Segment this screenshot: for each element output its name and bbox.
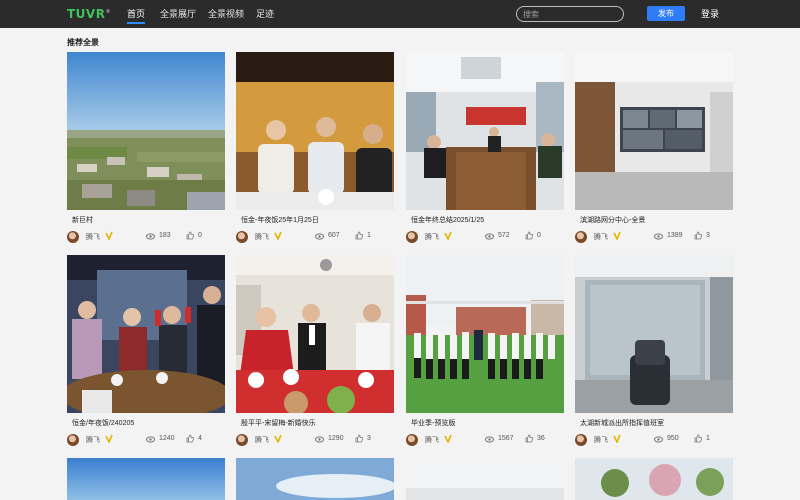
avatar[interactable] [67, 434, 79, 446]
eye-icon [315, 233, 324, 240]
card-meta: 腾飞 1240 4 [67, 433, 225, 447]
panorama-thumbnail[interactable] [406, 458, 564, 500]
vip-badge-icon [613, 434, 621, 443]
card-meta: 腾飞 572 0 [406, 230, 564, 244]
author-name[interactable]: 腾飞 [425, 232, 439, 242]
vip-badge-icon [274, 231, 282, 240]
panorama-thumbnail[interactable] [236, 255, 394, 413]
view-count: 607 [328, 232, 340, 239]
search-box[interactable] [516, 6, 624, 22]
thumbs-up-icon[interactable] [355, 434, 363, 443]
publish-button[interactable]: 发布 [647, 6, 685, 21]
avatar[interactable] [67, 231, 79, 243]
vip-badge-icon [105, 231, 113, 240]
panorama-thumbnail[interactable] [236, 52, 394, 210]
thumbs-up-icon[interactable] [525, 231, 533, 240]
author-name[interactable]: 腾飞 [425, 435, 439, 445]
like-count: 3 [367, 435, 371, 442]
author-name[interactable]: 腾飞 [86, 435, 100, 445]
avatar[interactable] [406, 231, 418, 243]
avatar[interactable] [236, 434, 248, 446]
like-count: 36 [537, 435, 545, 442]
like-count: 4 [198, 435, 202, 442]
section-title: 推荐全景 [67, 38, 99, 47]
view-count: 1389 [667, 232, 683, 239]
like-count: 0 [537, 232, 541, 239]
top-navigation-bar: TUVR® 首页 全景展厅 全景视频 足迹 发布 登录 [0, 0, 800, 28]
card-meta: 腾飞 183 0 [67, 230, 225, 244]
tuvr-logo[interactable]: TUVR® [67, 7, 111, 21]
view-count: 1290 [328, 435, 344, 442]
like-count: 1 [706, 435, 710, 442]
eye-icon [654, 436, 663, 443]
avatar[interactable] [575, 231, 587, 243]
card-meta: 腾飞 950 1 [575, 433, 733, 447]
eye-icon [315, 436, 324, 443]
search-input[interactable] [523, 7, 619, 21]
like-count: 1 [367, 232, 371, 239]
vip-badge-icon [444, 231, 452, 240]
panorama-thumbnail[interactable] [67, 255, 225, 413]
like-count: 3 [706, 232, 710, 239]
author-name[interactable]: 腾飞 [594, 232, 608, 242]
panorama-thumbnail[interactable] [67, 52, 225, 210]
card-title[interactable]: 恒金/年夜饭/240205 [72, 418, 134, 428]
vip-badge-icon [105, 434, 113, 443]
panorama-thumbnail[interactable] [575, 255, 733, 413]
author-name[interactable]: 腾飞 [594, 435, 608, 445]
eye-icon [654, 233, 663, 240]
avatar[interactable] [406, 434, 418, 446]
nav-home[interactable]: 首页 [127, 0, 146, 28]
panorama-thumbnail[interactable] [575, 52, 733, 210]
nav-panorama-hall[interactable]: 全景展厅 [160, 0, 196, 28]
thumbs-up-icon[interactable] [186, 231, 194, 240]
card-title[interactable]: 新巨村 [72, 215, 93, 225]
nav-footprints[interactable]: 足迹 [256, 0, 274, 28]
author-name[interactable]: 腾飞 [255, 232, 269, 242]
avatar[interactable] [575, 434, 587, 446]
vip-badge-icon [274, 434, 282, 443]
vip-badge-icon [613, 231, 621, 240]
thumbs-up-icon[interactable] [694, 231, 702, 240]
card-title[interactable]: 恒金-年夜饭25年1月25日 [241, 215, 319, 225]
view-count: 1240 [159, 435, 175, 442]
thumbs-up-icon[interactable] [355, 231, 363, 240]
thumbs-up-icon[interactable] [525, 434, 533, 443]
card-title[interactable]: 毕业季-预览版 [411, 418, 455, 428]
card-title[interactable]: 滨湖路网分中心-全景 [580, 215, 645, 225]
avatar[interactable] [236, 231, 248, 243]
view-count: 572 [498, 232, 510, 239]
nav-panorama-video[interactable]: 全景视频 [208, 0, 244, 28]
login-link[interactable]: 登录 [701, 0, 719, 28]
card-title[interactable]: 太湖新城派出所指挥值班室 [580, 418, 664, 428]
author-name[interactable]: 腾飞 [86, 232, 100, 242]
panorama-thumbnail[interactable] [67, 458, 225, 500]
card-meta: 腾飞 1290 3 [236, 433, 394, 447]
panorama-thumbnail[interactable] [575, 458, 733, 500]
card-title[interactable]: 恒金年终总结2025/1/25 [411, 215, 484, 225]
panorama-thumbnail[interactable] [236, 458, 394, 500]
panorama-thumbnail[interactable] [406, 52, 564, 210]
card-meta: 腾飞 1389 3 [575, 230, 733, 244]
eye-icon [485, 233, 494, 240]
view-count: 183 [159, 232, 171, 239]
card-meta: 腾飞 1567 36 [406, 433, 564, 447]
view-count: 1567 [498, 435, 514, 442]
thumbs-up-icon[interactable] [186, 434, 194, 443]
eye-icon [146, 233, 155, 240]
eye-icon [146, 436, 155, 443]
vip-badge-icon [444, 434, 452, 443]
thumbs-up-icon[interactable] [694, 434, 702, 443]
eye-icon [485, 436, 494, 443]
view-count: 950 [667, 435, 679, 442]
panorama-thumbnail[interactable] [406, 255, 564, 413]
card-meta: 腾飞 607 1 [236, 230, 394, 244]
like-count: 0 [198, 232, 202, 239]
card-title[interactable]: 殷平平-宋留梅-新婚快乐 [241, 418, 316, 428]
author-name[interactable]: 腾飞 [255, 435, 269, 445]
